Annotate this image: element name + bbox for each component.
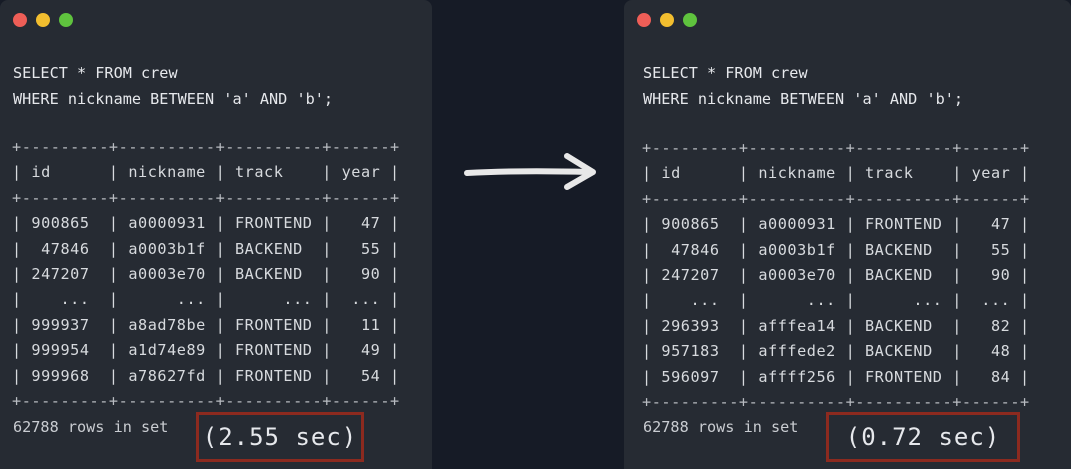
maximize-button[interactable] <box>59 13 73 27</box>
close-button[interactable] <box>637 13 651 27</box>
table-row: | 247207 | a0003e70 | BACKEND | 90 | <box>12 265 400 284</box>
query-time: (2.55 sec) <box>202 423 358 451</box>
table-row: | 247207 | a0003e70 | BACKEND | 90 | <box>642 266 1030 285</box>
rows-in-set: 62788 rows in set <box>643 418 799 436</box>
table-row: | ... | ... | ... | ... | <box>642 291 1030 310</box>
table-border: +---------+----------+----------+------+ <box>12 392 400 411</box>
query-line: WHERE nickname BETWEEN 'a' AND 'b'; <box>13 90 334 108</box>
table-border: +---------+----------+----------+------+ <box>12 138 400 156</box>
query-time-highlight: (2.55 sec) <box>196 412 364 462</box>
query-line: WHERE nickname BETWEEN 'a' AND 'b'; <box>643 90 964 108</box>
table-header-row: | id | nickname | track | year | <box>12 163 400 182</box>
minimize-button[interactable] <box>660 13 674 27</box>
window-controls <box>13 13 73 27</box>
table-header-row: | id | nickname | track | year | <box>642 164 1030 183</box>
table-row: | 596097 | affff256 | FRONTEND | 84 | <box>642 367 1030 386</box>
window-controls <box>637 13 697 27</box>
table-row: | 47846 | a0003b1f | BACKEND | 55 | <box>12 239 400 258</box>
table-row: | 957183 | afffede2 | BACKEND | 48 | <box>642 342 1030 361</box>
minimize-button[interactable] <box>36 13 50 27</box>
query-line: SELECT * FROM crew <box>643 64 808 82</box>
table-row: | 900865 | a0000931 | FRONTEND | 47 | <box>642 215 1030 234</box>
table-row: | 900865 | a0000931 | FRONTEND | 47 | <box>12 214 400 233</box>
table-row: | ... | ... | ... | ... | <box>12 290 400 309</box>
table-row: | 999968 | a78627fd | FRONTEND | 54 | <box>12 366 400 385</box>
table-row: | 999954 | a1d74e89 | FRONTEND | 49 | <box>12 341 400 360</box>
result-table: +---------+----------+----------+------+… <box>642 136 1030 415</box>
query-time: (0.72 sec) <box>845 423 1001 451</box>
table-row: | 999937 | a8ad78be | FRONTEND | 11 | <box>12 315 400 334</box>
terminal-window-before: SELECT * FROM crew WHERE nickname BETWEEN… <box>0 0 432 469</box>
rows-in-set: 62788 rows in set <box>13 418 169 436</box>
close-button[interactable] <box>13 13 27 27</box>
table-border: +---------+----------+----------+------+ <box>642 189 1030 208</box>
result-table: +---------+----------+----------+------+… <box>12 135 400 414</box>
table-row: | 47846 | a0003b1f | BACKEND | 55 | <box>642 240 1030 259</box>
table-row: | 296393 | afffea14 | BACKEND | 82 | <box>642 316 1030 335</box>
query-line: SELECT * FROM crew <box>13 64 178 82</box>
sql-query: SELECT * FROM crew WHERE nickname BETWEEN… <box>643 60 963 112</box>
table-border: +---------+----------+----------+------+ <box>642 139 1030 157</box>
arrow-right-icon <box>464 153 596 190</box>
maximize-button[interactable] <box>683 13 697 27</box>
terminal-window-after: SELECT * FROM crew WHERE nickname BETWEEN… <box>624 0 1071 469</box>
query-time-highlight: (0.72 sec) <box>826 412 1020 462</box>
sql-query: SELECT * FROM crew WHERE nickname BETWEEN… <box>13 60 333 112</box>
table-border: +---------+----------+----------+------+ <box>12 188 400 207</box>
